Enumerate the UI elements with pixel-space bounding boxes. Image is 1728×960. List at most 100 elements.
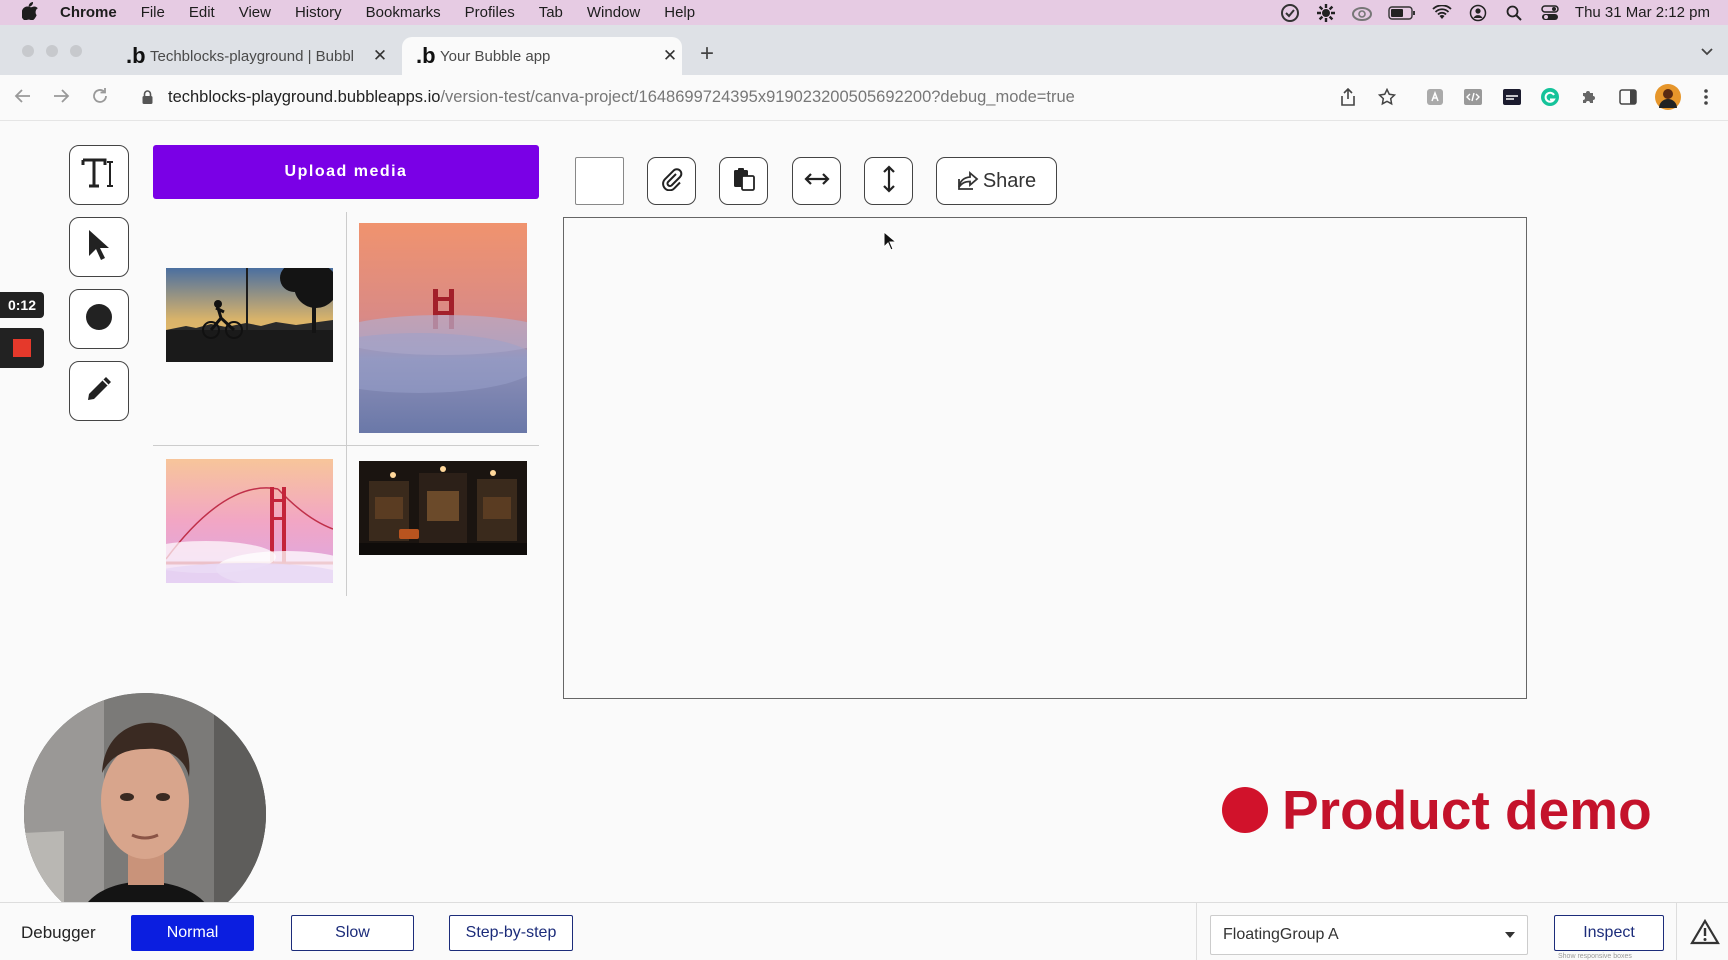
bookmark-star-icon[interactable] [1375,85,1399,109]
text-tool-icon [81,156,117,195]
share-page-icon[interactable] [1336,85,1360,109]
share-label: Share [982,169,1037,192]
element-select-value: FloatingGroup A [1223,926,1339,943]
browser-tab-techblocks[interactable]: .b Techblocks-playground | Bubbl ✕ [112,37,392,75]
debugger-title: Debugger [21,923,96,942]
pointer-arrow-icon [86,229,112,266]
recording-dot-icon [1222,787,1268,833]
vertical-arrows-icon [882,164,896,198]
macos-menubar: Chrome File Edit View History Bookmarks … [0,0,1728,25]
side-panel-icon[interactable] [1616,85,1640,109]
media-thumbnail-night-street[interactable] [359,461,527,555]
tab-close-icon[interactable]: ✕ [658,46,682,66]
resize-height-button[interactable] [864,157,913,205]
url-field[interactable]: techblocks-playground.bubbleapps.io/vers… [168,88,1075,107]
menu-tab[interactable]: Tab [539,4,563,21]
tab-search-chevron-icon[interactable] [1700,44,1714,60]
debugger-separator [1196,903,1197,960]
recording-timer: 0:12 [0,292,44,318]
paste-layer-button[interactable] [719,157,768,205]
design-canvas[interactable] [563,217,1527,699]
pen-tool-button[interactable] [69,361,129,421]
tab-title: Your Bubble app [440,47,551,65]
url-path: /version-test/canva-project/164869972439… [440,88,1075,106]
tab-title: Techblocks-playground | Bubbl [150,47,355,65]
menu-window[interactable]: Window [587,4,640,21]
extension-code-icon[interactable] [1461,85,1485,109]
product-demo-overlay: Product demo [1222,778,1652,842]
circle-tool-button[interactable] [69,289,129,349]
menu-help[interactable]: Help [664,4,695,21]
new-tab-button[interactable]: + [700,40,714,68]
media-thumbnail-pastel-bridge[interactable] [166,459,333,583]
debugger-separator [1676,903,1677,960]
battery-icon[interactable] [1387,2,1417,24]
reload-icon[interactable] [91,87,109,111]
paste-icon [732,167,756,196]
text-tool-button[interactable] [69,145,129,205]
circle-shape-icon [85,303,113,336]
horizontal-arrows-icon [803,172,830,191]
dropdown-caret-icon [1505,932,1515,938]
check-badge-icon[interactable] [1279,2,1301,24]
menubar-status-area: Thu 31 Mar 2:12 pm [1279,0,1728,25]
wifi-icon[interactable] [1431,2,1453,24]
extensions-puzzle-icon[interactable] [1577,85,1601,109]
url-host: techblocks-playground.bubbleapps.io [168,88,441,106]
window-zoom-button[interactable] [70,45,82,57]
element-select-dropdown[interactable]: FloatingGroup A [1210,915,1528,955]
debug-mode-slow-button[interactable]: Slow [291,915,414,951]
menu-edit[interactable]: Edit [189,4,215,21]
spotlight-search-icon[interactable] [1503,2,1525,24]
forward-arrow-icon[interactable] [52,87,70,111]
browser-menu-icon[interactable] [1694,85,1718,109]
debug-mode-step-button[interactable]: Step-by-step [449,915,573,951]
menu-file[interactable]: File [141,4,165,21]
media-thumbnail-cyclist-sunset[interactable] [166,268,333,362]
browser-tab-your-bubble-app[interactable]: .b Your Bubble app ✕ [402,37,682,75]
menubar-clock[interactable]: Thu 31 Mar 2:12 pm [1575,4,1710,21]
menu-bookmarks[interactable]: Bookmarks [366,4,441,21]
paperclip-icon [661,167,683,196]
stop-recording-button[interactable] [0,328,44,368]
inspect-button[interactable]: Inspect [1554,915,1664,951]
media-grid-divider-vertical [346,212,347,596]
extension-dark-icon[interactable] [1500,85,1524,109]
bubble-debugger-bar: Debugger Normal Slow Step-by-step Floati… [0,902,1728,960]
mouse-cursor-icon [883,230,898,256]
attach-button[interactable] [647,157,696,205]
menu-profiles[interactable]: Profiles [465,4,515,21]
screen: Chrome File Edit View History Bookmarks … [0,0,1728,960]
bubble-favicon-icon: .b [126,43,146,68]
creative-cloud-icon[interactable] [1351,2,1373,24]
share-button[interactable]: Share [936,157,1057,205]
user-account-icon[interactable] [1467,2,1489,24]
extension-translate-icon[interactable] [1423,85,1447,109]
color-swatch-button[interactable] [575,157,624,205]
window-close-button[interactable] [22,45,34,57]
gear-icon[interactable] [1315,2,1337,24]
upload-media-button[interactable]: Upload media [153,145,539,199]
show-responsive-boxes-link[interactable]: Show responsive boxes [1558,953,1632,960]
debug-mode-normal-button[interactable]: Normal [131,915,254,951]
warning-triangle-icon[interactable] [1690,918,1720,950]
bubble-favicon-icon: .b [416,43,436,68]
menu-view[interactable]: View [239,4,271,21]
profile-avatar[interactable] [1654,83,1682,111]
media-thumbnail-bridge-tower-fog[interactable] [359,223,527,433]
menu-app-name[interactable]: Chrome [60,4,117,21]
back-arrow-icon[interactable] [14,87,32,111]
lock-icon[interactable] [142,90,153,104]
share-arrow-icon [957,171,979,190]
product-demo-label: Product demo [1282,779,1652,841]
control-center-icon[interactable] [1539,2,1561,24]
resize-width-button[interactable] [792,157,841,205]
window-minimize-button[interactable] [46,45,58,57]
select-tool-button[interactable] [69,217,129,277]
tab-close-icon[interactable]: ✕ [368,46,392,66]
browser-address-bar: techblocks-playground.bubbleapps.io/vers… [0,75,1728,121]
menu-history[interactable]: History [295,4,342,21]
grammarly-icon[interactable] [1538,85,1562,109]
media-grid-divider-horizontal [153,445,539,446]
apple-icon[interactable] [20,1,40,24]
